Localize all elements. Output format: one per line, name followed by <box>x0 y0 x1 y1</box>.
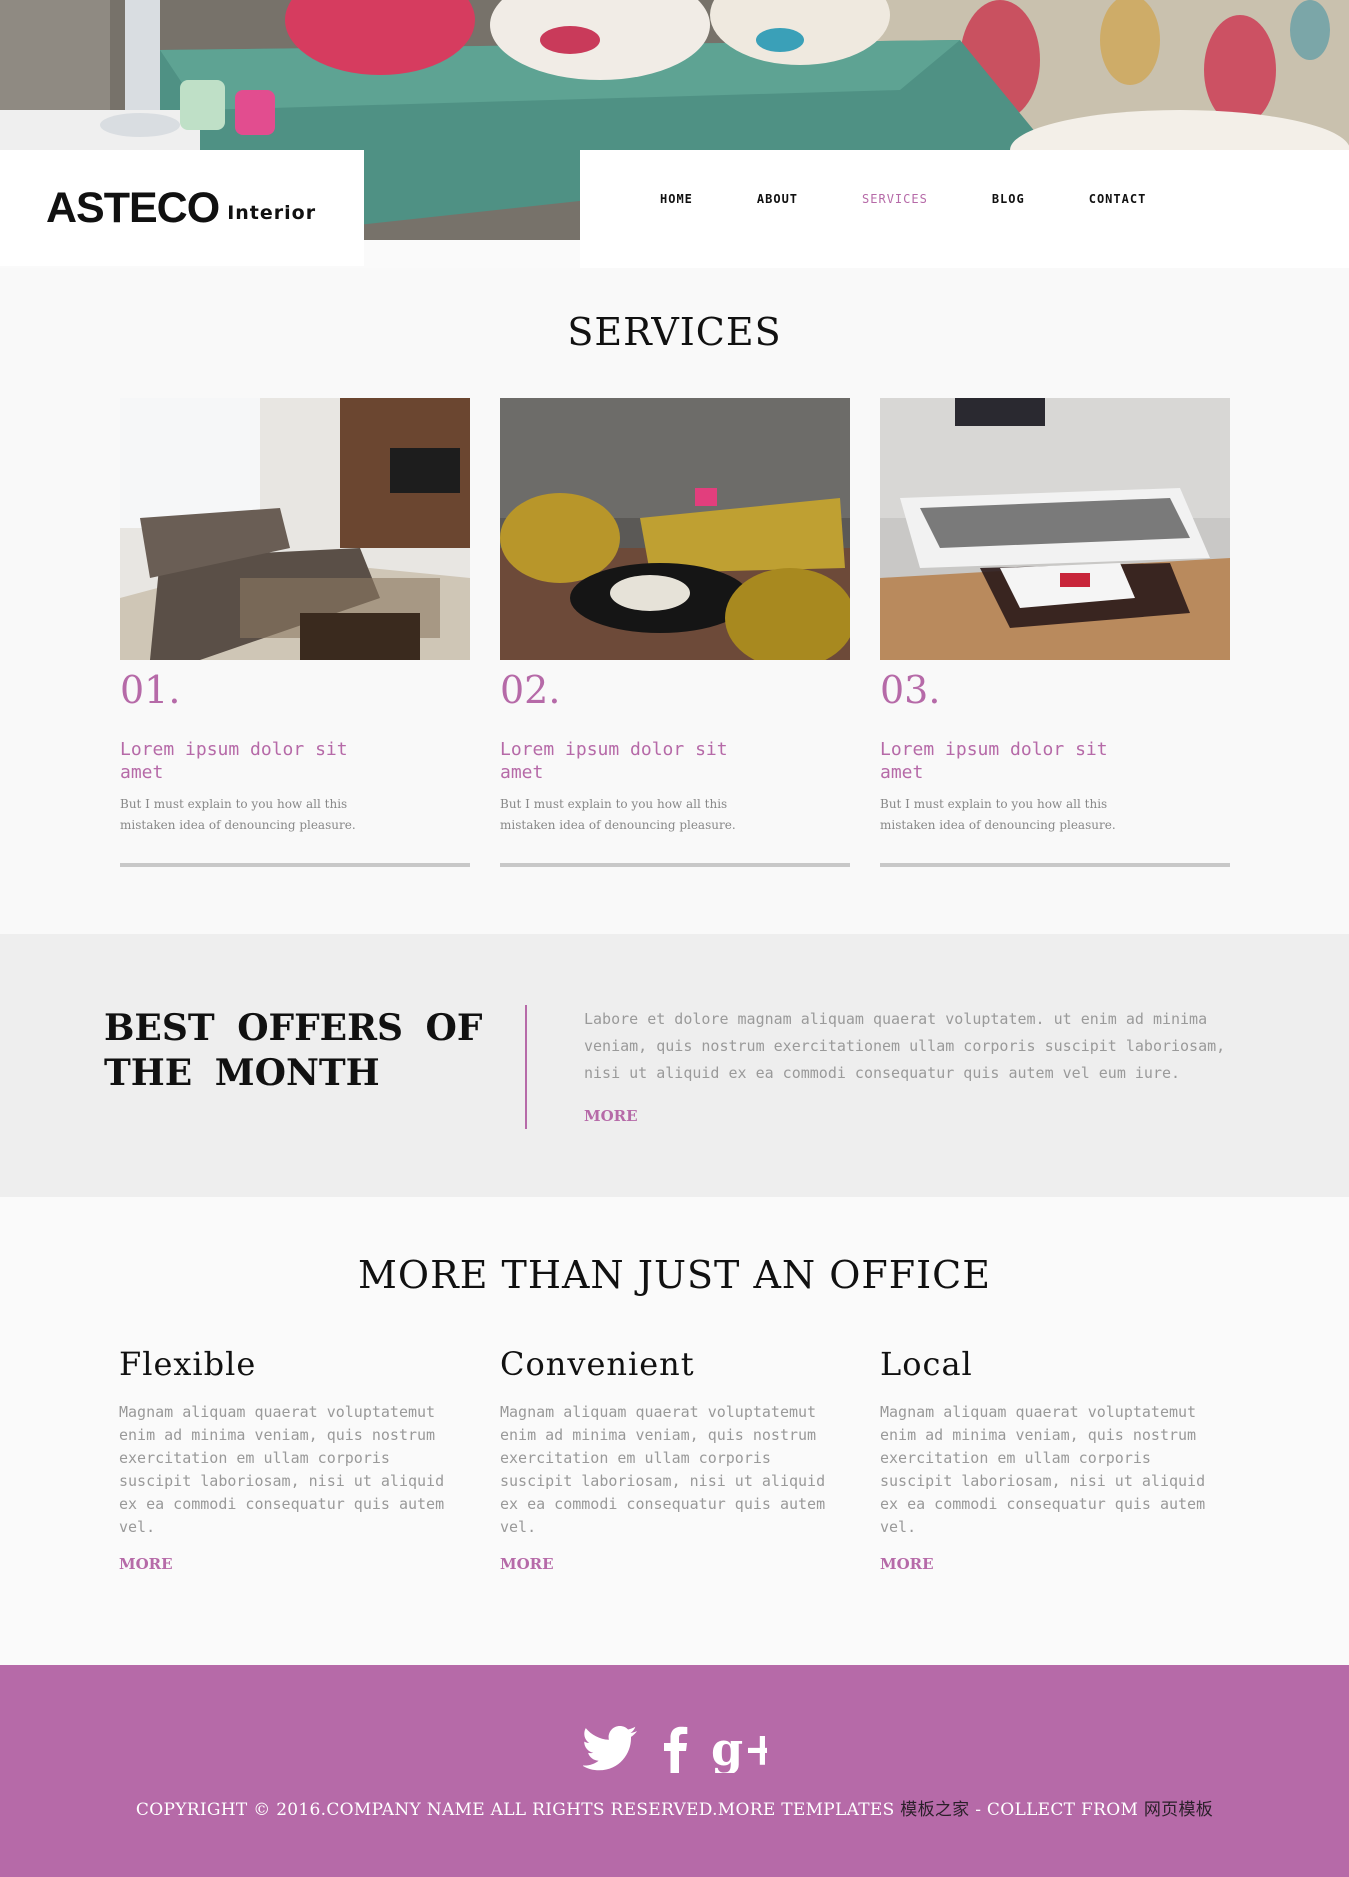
service-heading[interactable]: Lorem ipsum dolor sit amet <box>500 738 760 784</box>
service-number: 01. <box>120 668 181 712</box>
feature-text: Magnam aliquam quaerat voluptatemut enim… <box>880 1403 1206 1536</box>
logo[interactable]: ASTECO Interior <box>0 150 364 266</box>
offers-text: Labore et dolore magnam aliquam quaerat … <box>584 1010 1226 1082</box>
service-card: 01. Lorem ipsum dolor sit amet But I mus… <box>120 398 470 867</box>
service-number: 03. <box>880 668 941 712</box>
twitter-icon[interactable] <box>582 1725 639 1773</box>
logo-subtitle: Interior <box>227 202 317 224</box>
service-card: 02. Lorem ipsum dolor sit amet But I mus… <box>500 398 850 867</box>
offers-title: BEST OFFERS OF THE MONTH <box>104 1007 483 1094</box>
feature-heading: Local <box>880 1345 973 1383</box>
service-card: 03. Lorem ipsum dolor sit amet But I mus… <box>880 398 1230 867</box>
nav-contact[interactable]: CONTACT <box>1089 192 1147 206</box>
service-text: But I must explain to you how all this m… <box>120 797 356 832</box>
service-image-white-sofa <box>880 398 1230 660</box>
offers-section: BEST OFFERS OF THE MONTH Labore et dolor… <box>0 934 1349 1197</box>
main-navigation: HOME ABOUT SERVICES BLOG CONTACT <box>660 192 1146 206</box>
service-text: But I must explain to you how all this m… <box>500 797 736 832</box>
footer: g+ COPYRIGHT © 2016.COMPANY NAME ALL RIG… <box>0 1665 1349 1877</box>
offers-divider <box>525 1005 527 1129</box>
webpage-templates-link[interactable]: 网页模板 <box>1144 1800 1213 1820</box>
service-divider <box>120 863 470 867</box>
nav-about[interactable]: ABOUT <box>757 192 798 206</box>
nav-services[interactable]: SERVICES <box>862 192 928 206</box>
feature-more-link[interactable]: MORE <box>119 1555 173 1573</box>
nav-blog[interactable]: BLOG <box>992 192 1025 206</box>
service-divider <box>500 863 850 867</box>
copyright-text: COPYRIGHT © 2016.COMPANY NAME ALL RIGHTS… <box>135 1800 901 1820</box>
service-heading[interactable]: Lorem ipsum dolor sit amet <box>120 738 380 784</box>
office-title: MORE THAN JUST AN OFFICE <box>358 1253 991 1297</box>
feature-text: Magnam aliquam quaerat voluptatemut enim… <box>500 1403 826 1536</box>
logo-name: ASTECO <box>46 183 220 232</box>
feature-local: Local Magnam aliquam quaerat voluptatemu… <box>880 1345 1220 1573</box>
feature-heading: Flexible <box>119 1345 257 1383</box>
services-title: SERVICES <box>567 310 782 354</box>
copyright-collect-text: - COLLECT FROM <box>969 1800 1144 1820</box>
templates-link[interactable]: 模板之家 <box>900 1800 969 1820</box>
feature-convenient: Convenient Magnam aliquam quaerat volupt… <box>500 1345 840 1573</box>
service-number: 02. <box>500 668 561 712</box>
svg-text:g+: g+ <box>711 1725 767 1773</box>
google-plus-icon[interactable]: g+ <box>711 1725 767 1773</box>
office-section: MORE THAN JUST AN OFFICE Flexible Magnam… <box>0 1197 1349 1665</box>
feature-flexible: Flexible Magnam aliquam quaerat voluptat… <box>119 1345 459 1573</box>
nav-home[interactable]: HOME <box>660 192 693 206</box>
feature-more-link[interactable]: MORE <box>880 1555 934 1573</box>
feature-more-link[interactable]: MORE <box>500 1555 554 1573</box>
service-text: But I must explain to you how all this m… <box>880 797 1116 832</box>
feature-heading: Convenient <box>500 1345 695 1383</box>
social-links: g+ <box>0 1725 1349 1773</box>
service-heading[interactable]: Lorem ipsum dolor sit amet <box>880 738 1140 784</box>
feature-text: Magnam aliquam quaerat voluptatemut enim… <box>119 1403 445 1536</box>
nav-bar <box>580 150 1349 268</box>
facebook-icon[interactable] <box>661 1725 689 1773</box>
service-image-living-room <box>120 398 470 660</box>
copyright: COPYRIGHT © 2016.COMPANY NAME ALL RIGHTS… <box>0 1795 1349 1820</box>
services-section: SERVICES 01. Lorem ipsum dolor sit amet … <box>0 268 1349 934</box>
service-divider <box>880 863 1230 867</box>
service-image-lounge <box>500 398 850 660</box>
offers-more-link[interactable]: MORE <box>584 1107 638 1125</box>
